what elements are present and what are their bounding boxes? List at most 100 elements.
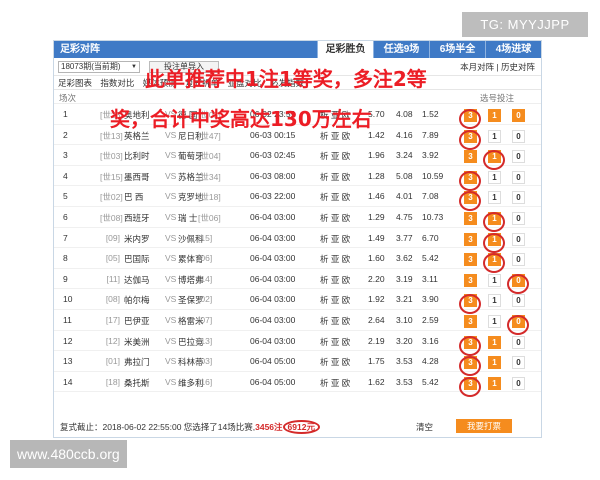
away-rank: [世04] [198, 151, 221, 162]
pick-3[interactable]: 3 [464, 253, 477, 267]
subnav-index[interactable]: 指数对比 [100, 78, 134, 88]
pick-0[interactable]: 0 [512, 376, 525, 390]
bet-count: 3456注 [255, 422, 283, 432]
analysis-links[interactable]: 析 亚 欧 [320, 377, 350, 389]
match-num: 5 [63, 191, 68, 202]
pick-0[interactable]: 0 [512, 211, 525, 225]
clear-link[interactable]: 清空 [416, 421, 433, 433]
away-rank: [07] [198, 314, 213, 325]
analysis-links[interactable]: 析 亚 欧 [320, 150, 350, 162]
pick-1[interactable]: 1 [488, 191, 501, 205]
odds-loss: 10.59 [422, 170, 444, 181]
pick-1[interactable]: 1 [488, 109, 501, 122]
pick-0[interactable]: 0 [512, 109, 525, 122]
analysis-links[interactable]: 析 亚 欧 [320, 294, 350, 306]
pick-0[interactable]: 0 [512, 170, 525, 184]
table-row: 11 [17] 巴伊亚 VS 格雷米 [07] 06-04 03:00 析 亚 欧 2.64 3.… [54, 310, 541, 335]
history-links[interactable]: 本月对阵 | 历史对阵 [460, 58, 535, 76]
table-row: 13 [01] 弗拉门 VS 科林蒂 [03] 06-04 05:00 析 亚 欧 1.75 3.… [54, 351, 541, 377]
pick-0[interactable]: 0 [512, 335, 525, 349]
analysis-links[interactable]: 析 亚 欧 [320, 253, 350, 265]
home-team: 弗拉门 [124, 357, 150, 368]
pick-1[interactable]: 1 [488, 335, 501, 349]
match-time: 06-03 22:00 [250, 191, 296, 202]
pick-1[interactable]: 1 [488, 129, 501, 143]
vs-label: VS [165, 253, 177, 264]
analysis-links[interactable]: 析 亚 欧 [320, 191, 350, 203]
pick-3[interactable]: 3 [464, 150, 477, 164]
odds-win: 1.49 [368, 232, 385, 243]
analysis-links[interactable]: 析 亚 欧 [320, 274, 350, 286]
analysis-links[interactable]: 析 亚 欧 [320, 212, 350, 224]
vs-label: VS [165, 150, 177, 161]
table-row: 6 [世08] 西班牙 VS 瑞 士 [世06] 06-04 03:00 析 亚 欧 1.29 4… [54, 207, 541, 232]
analysis-links[interactable]: 析 亚 欧 [320, 315, 350, 327]
pick-1[interactable]: 1 [488, 356, 501, 370]
away-rank: [06] [198, 253, 213, 264]
odds-draw: 3.53 [396, 356, 413, 367]
pick-3[interactable]: 3 [464, 314, 477, 328]
pick-3[interactable]: 3 [464, 273, 477, 287]
away-rank: [02] [198, 294, 213, 305]
home-team: 米内罗 [124, 233, 150, 244]
away-rank: [16] [198, 376, 213, 387]
tab-goals[interactable]: 4场进球 [485, 41, 541, 58]
pick-1[interactable]: 1 [488, 376, 501, 390]
col-num-label: 场次 [59, 93, 77, 103]
footer-bar: 复式截止：2018-06-02 22:55:00 您选择了14场比赛,3456注… [54, 415, 541, 437]
pick-1[interactable]: 1 [488, 294, 501, 308]
home-team: 米美洲 [124, 336, 150, 347]
pick-0[interactable]: 0 [512, 356, 525, 370]
match-num: 3 [63, 150, 68, 161]
analysis-links[interactable]: 析 亚 欧 [320, 171, 350, 183]
column-header: 场次 选号投注 [54, 90, 541, 104]
home-team: 帕尔梅 [124, 295, 150, 306]
tab-win-loss[interactable]: 足彩胜负 [317, 41, 373, 58]
buy-button[interactable]: 我要打票 [456, 419, 512, 433]
home-rank: [世08] [100, 212, 123, 223]
subnav-chart[interactable]: 足彩图表 [58, 78, 92, 88]
pick-0[interactable]: 0 [512, 232, 525, 246]
tab-pick-9[interactable]: 任选9场 [373, 41, 429, 58]
analysis-links[interactable]: 析 亚 欧 [320, 336, 350, 348]
pick-0[interactable]: 0 [512, 150, 525, 164]
home-team: 达伽马 [124, 274, 150, 285]
footer-text: 复式截止：2018-06-02 22:55:00 您选择了14场比赛,3456注… [60, 420, 320, 434]
pick-1[interactable]: 1 [488, 170, 501, 184]
circle-mark-icon [459, 376, 481, 397]
pick-1[interactable]: 1 [488, 314, 501, 328]
home-team: 比利时 [124, 151, 150, 162]
home-rank: [11] [106, 273, 120, 284]
odds-win: 2.64 [368, 314, 385, 325]
pick-3[interactable]: 3 [464, 232, 477, 246]
issue-select[interactable]: 18073期(当前期) ▼ [58, 61, 140, 73]
match-num: 14 [63, 376, 73, 387]
odds-win: 1.62 [368, 376, 385, 387]
match-time: 06-04 03:00 [250, 273, 296, 284]
pick-0[interactable]: 0 [512, 129, 525, 143]
home-rank: [世03] [100, 151, 123, 162]
table-row: 5 [世02] 巴 西 VS 克罗地 [世18] 06-03 22:00 析 亚 欧 1.46 4… [54, 186, 541, 212]
home-rank: [世02] [100, 192, 123, 203]
odds-draw: 4.08 [396, 109, 413, 119]
analysis-links[interactable]: 析 亚 欧 [320, 233, 350, 245]
bet-amount: 6912元 [282, 420, 320, 434]
pick-0[interactable]: 0 [512, 253, 525, 267]
analysis-links[interactable]: 析 亚 欧 [320, 356, 350, 368]
pick-3[interactable]: 3 [464, 211, 477, 225]
match-time: 06-04 03:00 [250, 232, 296, 243]
pick-0[interactable]: 0 [512, 294, 525, 308]
odds-loss: 7.08 [422, 191, 439, 202]
match-num: 8 [63, 253, 68, 264]
lottery-panel: 足彩对阵 足彩胜负 任选9场 6场半全 4场进球 18073期(当前期) ▼ 投… [53, 40, 542, 438]
pick-0[interactable]: 0 [512, 191, 525, 205]
odds-draw: 3.20 [396, 335, 413, 346]
pick-1[interactable]: 1 [488, 273, 501, 287]
match-time: 06-04 03:00 [250, 211, 296, 222]
tab-half-full[interactable]: 6场半全 [429, 41, 485, 58]
table-row: 7 [09] 米内罗 VS 沙佩科 [15] 06-04 03:00 析 亚 欧 1.49 3.7… [54, 228, 541, 253]
home-team: 巴 西 [124, 192, 144, 203]
odds-win: 1.29 [368, 211, 385, 222]
home-team: 西班牙 [124, 212, 150, 223]
vs-label: VS [165, 211, 177, 222]
